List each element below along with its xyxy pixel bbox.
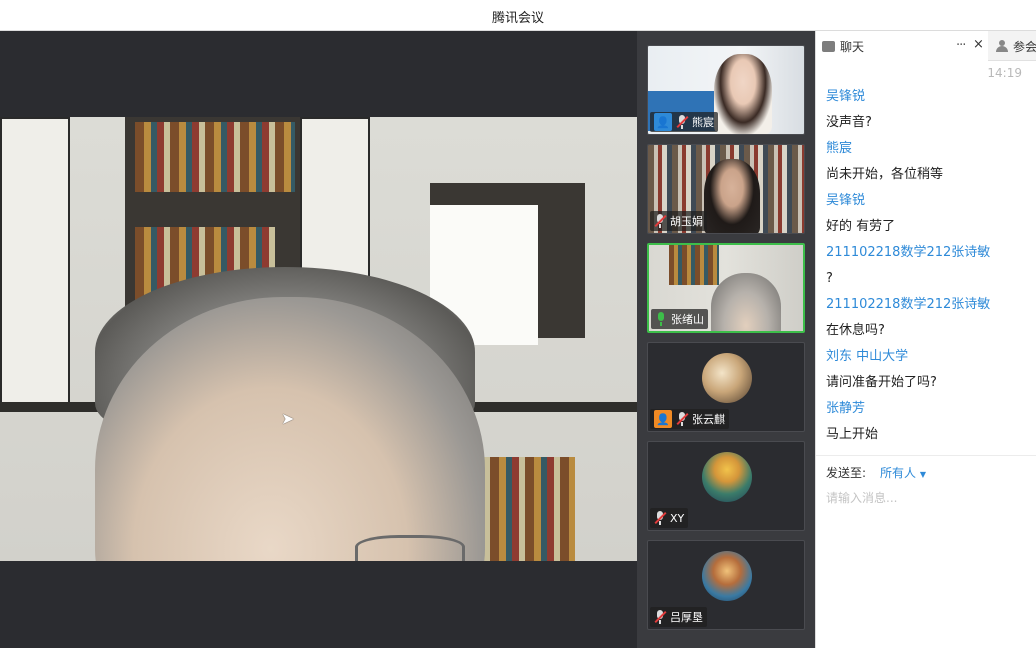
close-chat-button[interactable]: × xyxy=(973,37,984,52)
chat-message-input[interactable] xyxy=(826,488,1026,508)
mic-muted-icon xyxy=(676,412,689,426)
participant-tile[interactable]: 👤 张云麒 xyxy=(647,342,805,432)
chat-message-list: 吴锋锐 没声音? 熊宸 尚未开始，各位稍等 吴锋锐 好的 有劳了 2111022… xyxy=(826,84,1031,448)
message-text: ? xyxy=(826,271,833,286)
mic-on-icon xyxy=(655,312,667,326)
participant-tile-active-speaker[interactable]: 张绪山 xyxy=(647,243,805,333)
participant-person xyxy=(704,159,760,233)
send-to-row: 发送至: 所有人 ▼ xyxy=(826,464,926,481)
chat-message: 张静芳 马上开始 xyxy=(826,396,1031,448)
name-bar: 吕厚垦 xyxy=(650,607,707,627)
books xyxy=(669,245,719,285)
message-sender[interactable]: 吴锋锐 xyxy=(826,84,1031,110)
mic-muted-icon xyxy=(654,214,667,228)
name-bar: 👤 熊宸 xyxy=(650,112,718,132)
name-bar: 👤 张云麒 xyxy=(650,409,729,429)
participant-name: 张绪山 xyxy=(671,313,704,326)
name-bar: XY xyxy=(650,508,689,528)
message-sender[interactable]: 211102218数学212张诗敏 xyxy=(826,292,1031,318)
more-options-button[interactable]: ··· xyxy=(956,38,966,53)
main-video-area[interactable]: ➤ xyxy=(0,31,637,648)
message-text: 没声音? xyxy=(826,115,872,130)
books xyxy=(135,122,295,192)
message-sender[interactable]: 张静芳 xyxy=(826,396,1031,422)
cabinet xyxy=(0,117,70,407)
chat-message: 吴锋锐 没声音? xyxy=(826,84,1031,136)
name-bar: 张绪山 xyxy=(651,309,708,329)
person-icon xyxy=(996,40,1008,52)
window-title: 腾讯会议 xyxy=(491,11,544,26)
tab-chat-label: 聊天 xyxy=(840,39,865,54)
tab-participants[interactable]: 参会 xyxy=(992,31,1036,61)
message-text: 马上开始 xyxy=(826,427,879,442)
mouse-cursor-icon: ➤ xyxy=(281,409,295,428)
participant-tile[interactable]: 吕厚垦 xyxy=(647,540,805,630)
user-icon: 👤 xyxy=(654,410,672,428)
message-text: 好的 有劳了 xyxy=(826,219,896,234)
chat-message: 熊宸 尚未开始，各位稍等 xyxy=(826,136,1031,188)
recipient-dropdown[interactable]: 所有人 ▼ xyxy=(880,464,926,481)
mic-muted-icon xyxy=(676,115,689,129)
message-text: 在休息吗? xyxy=(826,323,885,338)
chat-message: 刘东 中山大学 请问准备开始了吗? xyxy=(826,344,1031,396)
message-sender[interactable]: 吴锋锐 xyxy=(826,188,1031,214)
participant-person xyxy=(714,54,772,134)
message-sender[interactable]: 刘东 中山大学 xyxy=(826,344,1031,370)
participant-name: XY xyxy=(670,511,685,525)
recipient-value: 所有人 xyxy=(880,466,917,480)
speaker-video-feed[interactable]: ➤ xyxy=(0,117,637,561)
mic-muted-icon xyxy=(654,610,667,624)
participant-person xyxy=(711,273,781,331)
name-bar: 胡玉娟 xyxy=(650,211,707,231)
tab-participants-label: 参会 xyxy=(1013,39,1036,54)
participant-tile[interactable]: XY xyxy=(647,441,805,531)
chat-panel[interactable]: 聊天 ··· × 参会 14:19 吴锋锐 没声音? 熊宸 尚未开始，各位稍等 … xyxy=(815,31,1036,648)
participant-name: 张云麒 xyxy=(692,413,725,426)
participant-avatar xyxy=(702,551,752,601)
title-bar: 腾讯会议 xyxy=(0,0,1036,31)
message-text: 请问准备开始了吗? xyxy=(826,375,937,390)
speaker-glasses xyxy=(355,535,465,561)
participant-name: 熊宸 xyxy=(692,116,714,129)
participant-tile[interactable]: 胡玉娟 xyxy=(647,144,805,234)
dropdown-caret-icon: ▼ xyxy=(919,470,927,479)
chat-message: 吴锋锐 好的 有劳了 xyxy=(826,188,1031,240)
chat-bubble-icon xyxy=(822,40,835,52)
participant-avatar xyxy=(702,452,752,502)
message-sender[interactable]: 211102218数学212张诗敏 xyxy=(826,240,1031,266)
chat-message: 211102218数学212张诗敏 ? xyxy=(826,240,1031,292)
message-sender[interactable]: 熊宸 xyxy=(826,136,1031,162)
chat-message: 211102218数学212张诗敏 在休息吗? xyxy=(826,292,1031,344)
participant-gallery[interactable]: 👤 熊宸 胡玉娟 张绪山 👤 张云麒 XY 吕厚垦 xyxy=(637,31,815,648)
participant-name: 吕厚垦 xyxy=(670,611,703,624)
participant-avatar xyxy=(702,353,752,403)
chat-compose-area: 发送至: 所有人 ▼ xyxy=(816,455,1036,648)
send-to-label: 发送至: xyxy=(826,466,867,480)
chat-tabs: 聊天 ··· × 参会 xyxy=(816,31,1036,61)
participant-tile[interactable]: 👤 熊宸 xyxy=(647,45,805,135)
participant-name: 胡玉娟 xyxy=(670,215,703,228)
chat-timestamp: 14:19 xyxy=(987,66,1022,80)
message-text: 尚未开始，各位稍等 xyxy=(826,167,944,182)
mic-muted-icon xyxy=(654,511,667,525)
user-icon: 👤 xyxy=(654,113,672,131)
